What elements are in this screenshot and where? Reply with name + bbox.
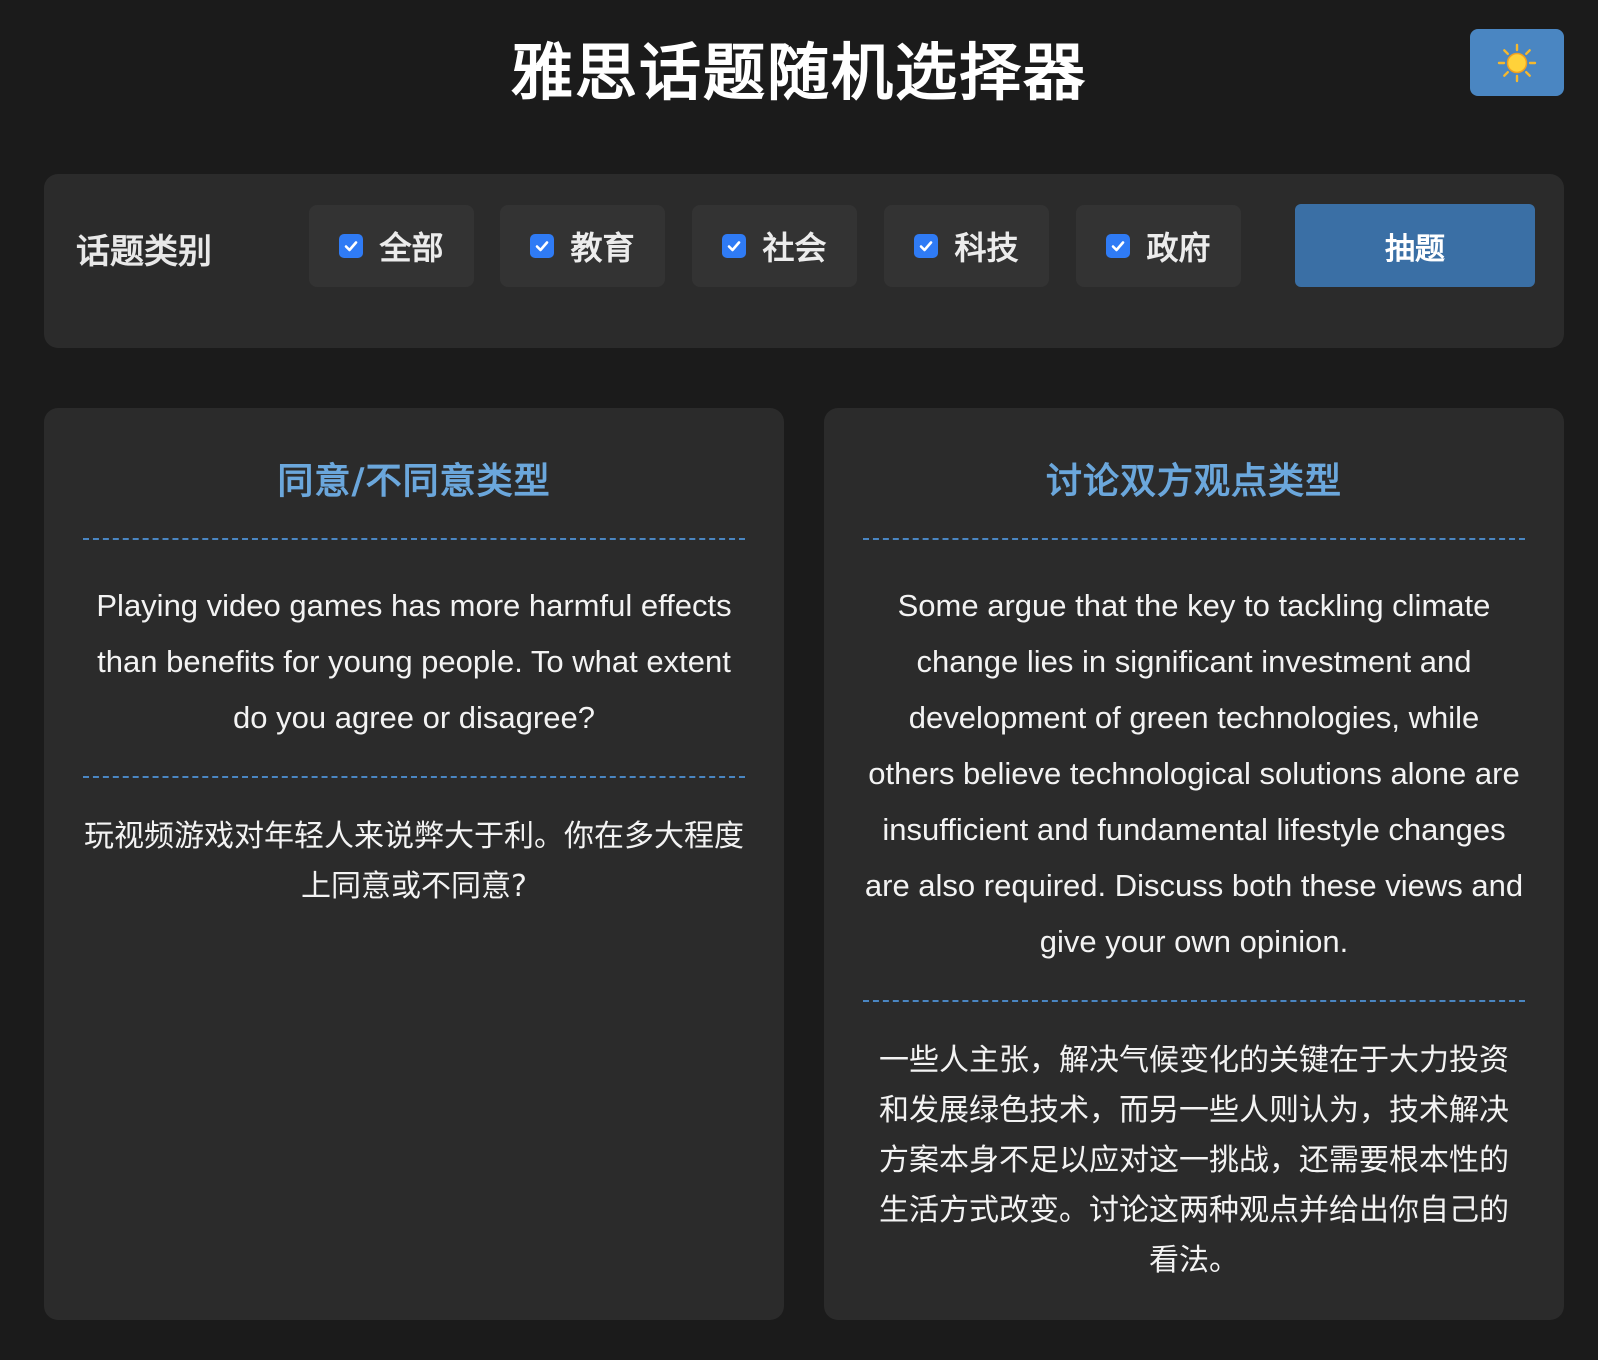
card-title: 同意/不同意类型 — [277, 461, 551, 502]
category-label: 科技 — [954, 229, 1019, 267]
checkbox-checked-icon[interactable] — [530, 234, 555, 258]
theme-toggle-button[interactable] — [1470, 29, 1564, 96]
divider — [83, 538, 745, 540]
divider — [83, 776, 745, 778]
category-label: 教育 — [570, 229, 635, 267]
app-root: 雅思话题随机选择器 话题类别 全部 教育 社会 科技 政府 抽题 同意/不同意类… — [0, 0, 1598, 1360]
category-checkbox-education[interactable]: 教育 — [500, 205, 665, 287]
checkbox-checked-icon[interactable] — [339, 234, 364, 258]
topic-card-agree-disagree: 同意/不同意类型 Playing video games has more ha… — [44, 408, 784, 1320]
category-label: 社会 — [762, 229, 827, 267]
card-title: 讨论双方观点类型 — [1045, 461, 1342, 502]
category-checkbox-society[interactable]: 社会 — [692, 205, 857, 287]
topic-chinese-text: 一些人主张，解决气候变化的关键在于大力投资和发展绿色技术，而另一些人则认为，技术… — [879, 1043, 1509, 1278]
category-checkbox-government[interactable]: 政府 — [1076, 205, 1241, 287]
category-filter-panel: 话题类别 全部 教育 社会 科技 政府 抽题 — [44, 174, 1564, 348]
checkbox-checked-icon[interactable] — [722, 234, 747, 258]
sun-icon — [1497, 43, 1537, 82]
category-checkbox-all[interactable]: 全部 — [309, 205, 474, 287]
topic-card-discuss-both-views: 讨论双方观点类型 Some argue that the key to tack… — [824, 408, 1564, 1320]
divider — [863, 1000, 1525, 1002]
topic-chinese-text: 玩视频游戏对年轻人来说弊大于利。你在多大程度上同意或不同意? — [84, 819, 744, 904]
page-title: 雅思话题随机选择器 — [510, 36, 1087, 109]
filter-label: 话题类别 — [76, 232, 212, 272]
checkbox-checked-icon[interactable] — [1106, 234, 1131, 258]
category-checkbox-technology[interactable]: 科技 — [884, 205, 1049, 287]
draw-topic-button[interactable]: 抽题 — [1295, 204, 1535, 287]
category-label: 全部 — [379, 229, 444, 267]
divider — [863, 538, 1525, 540]
category-label: 政府 — [1146, 229, 1211, 267]
topic-english-text: Playing video games has more harmful eff… — [96, 588, 732, 735]
topic-english-text: Some argue that the key to tackling clim… — [864, 588, 1524, 959]
checkbox-checked-icon[interactable] — [914, 234, 939, 258]
